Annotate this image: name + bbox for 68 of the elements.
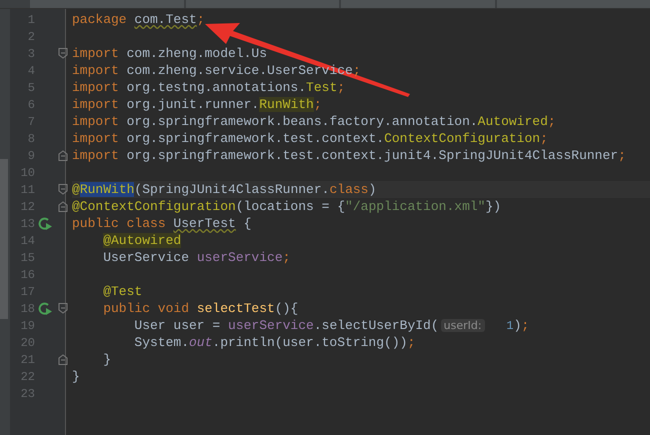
keyword: import: [72, 46, 119, 61]
keyword: ;: [521, 318, 530, 333]
code-text: (SpringJUnit4ClassRunner.: [134, 182, 330, 197]
keyword: public void: [103, 301, 190, 316]
code-text: org.testng.annotations.: [126, 80, 306, 95]
code-text: }: [72, 369, 80, 384]
run-icon[interactable]: [38, 217, 52, 230]
keyword: import: [72, 131, 119, 146]
code-text: }: [103, 352, 111, 367]
scrollbar[interactable]: [0, 159, 8, 319]
code-text: ): [514, 318, 522, 333]
fold-icon[interactable]: [58, 354, 68, 365]
keyword: ;: [314, 97, 322, 112]
keyword: public class: [72, 216, 166, 231]
fold-icon[interactable]: [58, 184, 68, 195]
code-text: UserTest: [173, 216, 236, 231]
field-name: userService: [196, 250, 283, 265]
keyword: ;: [352, 63, 361, 78]
annotation-text: Test: [306, 80, 338, 95]
code-text: com.Test: [134, 12, 197, 27]
keyword: package: [72, 12, 127, 27]
fold-icon[interactable]: [58, 201, 68, 212]
code-text: org.springframework.test.context.junit4.SpringJUnit4ClassRunner: [126, 148, 618, 163]
method-name: selectTest: [196, 301, 275, 316]
number-literal: 1: [505, 318, 514, 332]
field-name: userService: [228, 318, 314, 333]
code-text: System.: [134, 335, 189, 350]
code-text: }): [485, 199, 502, 214]
parameter-hint: userId:: [440, 319, 485, 332]
fold-icon[interactable]: [58, 48, 68, 59]
code-text: .println(user.toString()): [212, 335, 408, 350]
annotation-text: @: [72, 182, 80, 197]
code-text: com.zheng.model.Us: [126, 46, 268, 61]
keyword: import: [72, 114, 119, 129]
code-text: org.junit.runner.: [126, 97, 260, 112]
keyword: class: [329, 182, 368, 197]
code-text: org.springframework.beans.factory.annotation.: [126, 114, 478, 129]
code-text: {: [244, 216, 252, 231]
keyword: ;: [337, 80, 346, 95]
annotation-text: @Test: [103, 284, 142, 299]
annotation-text: @ContextConfiguration: [72, 199, 236, 214]
code-text: User user =: [134, 318, 220, 333]
keyword: ;: [548, 114, 556, 129]
code-text: ): [368, 182, 376, 197]
annotation-text: Autowired: [478, 114, 548, 129]
keyword: import: [72, 63, 119, 78]
code-text: .selectUserById(: [314, 318, 439, 333]
annotation-text: RunWith: [259, 97, 314, 112]
fold-icon[interactable]: [58, 150, 68, 161]
annotation-text: ContextConfiguration: [384, 131, 540, 146]
keyword: ;: [540, 131, 548, 146]
keyword: ;: [196, 12, 205, 27]
string-literal: "/application.xml": [345, 199, 486, 214]
keyword: import: [72, 80, 119, 95]
fold-icon[interactable]: [58, 303, 68, 314]
keyword: import: [72, 97, 119, 112]
selected-text: RunWith: [80, 182, 134, 197]
run-icon[interactable]: [38, 302, 52, 315]
code-text: org.springframework.test.context.: [126, 131, 384, 146]
keyword: ;: [407, 335, 416, 350]
annotation-text: @Autowired: [103, 233, 182, 248]
code-text: (){: [274, 301, 298, 316]
keyword: ;: [282, 250, 290, 265]
code-text: (locations = {: [236, 199, 346, 214]
code-text: UserService: [103, 250, 190, 265]
keyword: import: [72, 148, 119, 163]
field-name: out: [189, 335, 212, 350]
keyword: ;: [618, 148, 626, 163]
